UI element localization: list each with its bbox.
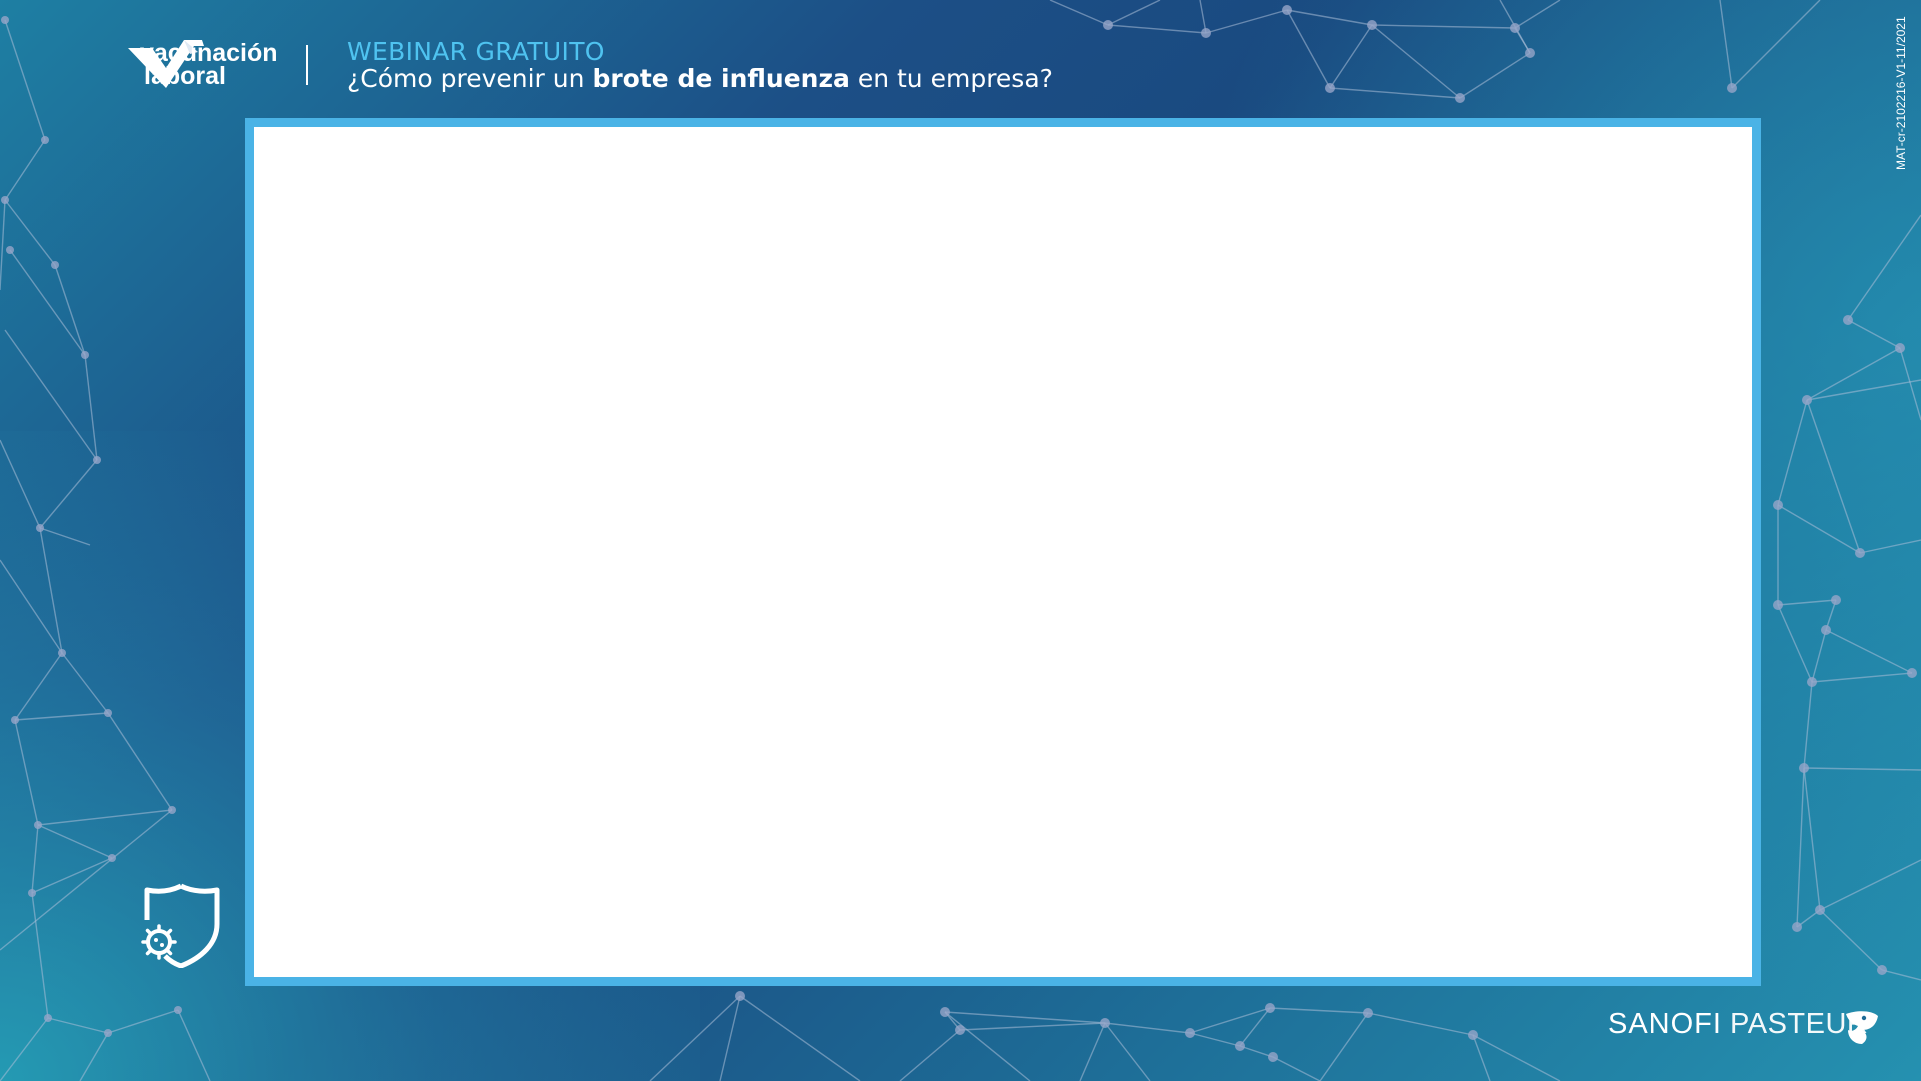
logo-wordmark: vacunación laboral [140,41,278,90]
video-area [254,127,1752,977]
document-code: MAT-cr-2102216-V1-11/2021 [1894,16,1908,170]
webinar-title: ¿Cómo prevenir un brote de influenza en … [347,64,1053,93]
title-prefix: ¿Cómo prevenir un [347,64,593,93]
sanofi-pasteur-brand: SANOFI PASTEUR [1608,1008,1868,1041]
title-suffix: en tu empresa? [849,64,1053,93]
header-divider [306,45,308,85]
virus-shield-icon [141,883,220,968]
webinar-kicker: WEBINAR GRATUITO [347,37,605,66]
title-bold: brote de influenza [592,64,850,93]
sanofi-bird-icon [1846,1011,1878,1044]
logo-line2: laboral [144,62,226,90]
brand-word1: SANOFI [1608,1008,1722,1040]
